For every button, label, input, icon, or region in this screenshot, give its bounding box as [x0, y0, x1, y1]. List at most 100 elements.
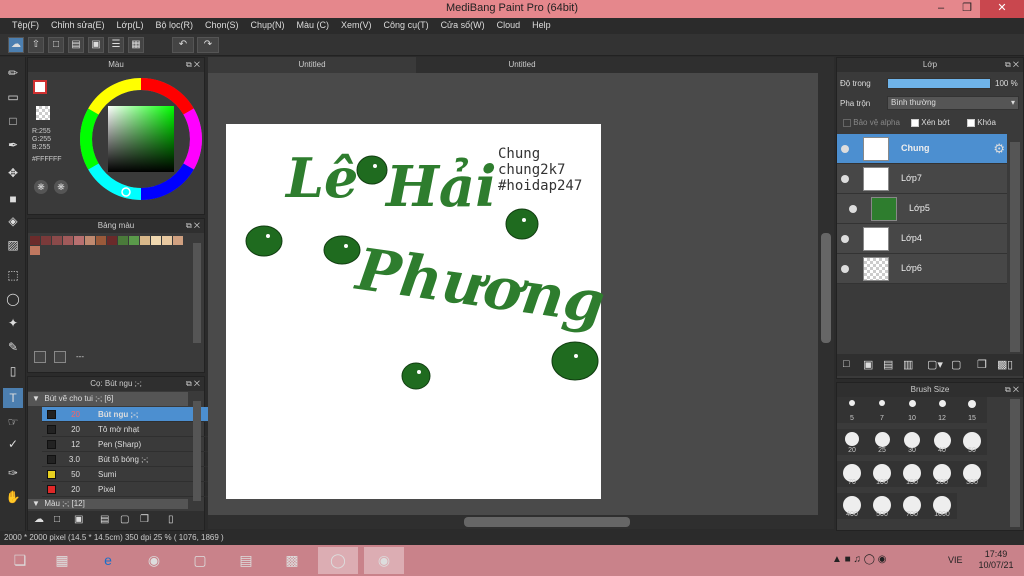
palette-scrollbar[interactable] — [193, 243, 201, 343]
brush-size-scrollbar[interactable] — [1010, 399, 1020, 527]
brush-size-option[interactable]: 7 — [867, 397, 897, 423]
lock-checkbox[interactable] — [967, 118, 975, 127]
brush-size-option[interactable]: 200 — [927, 461, 957, 487]
input-language[interactable]: VIE — [948, 555, 963, 565]
medibang-icon[interactable]: ◉ — [364, 547, 404, 574]
panel-expand-icon[interactable]: ⧉ ✕ — [186, 58, 200, 72]
select-tool-icon[interactable]: ⬚ — [3, 265, 23, 285]
move-tool-icon[interactable]: ✥ — [3, 163, 23, 183]
palette-swatch[interactable] — [96, 236, 106, 245]
brush-size-option[interactable]: 20 — [837, 429, 867, 455]
cloud-icon[interactable]: ☁ — [8, 37, 24, 53]
brush-size-option[interactable]: 500 — [867, 493, 897, 519]
brush-cloud-icon[interactable]: ☁ — [34, 514, 44, 525]
brush-import-icon[interactable]: ▤ — [100, 514, 109, 525]
comment-icon[interactable]: □ — [48, 37, 64, 53]
clipping-checkbox[interactable] — [911, 118, 919, 127]
palette-swatch[interactable] — [30, 236, 40, 245]
brush-size-option[interactable]: 70 — [837, 461, 867, 487]
brush-size-option[interactable]: 400 — [837, 493, 867, 519]
app-icon[interactable]: ◯ — [318, 547, 358, 574]
file-explorer-icon[interactable]: ▢ — [180, 547, 220, 574]
blend-mode-select[interactable]: Bình thường ▾ — [887, 96, 1019, 110]
upload-icon[interactable]: ⇧ — [28, 37, 44, 53]
brush-size-option[interactable]: 100 — [867, 461, 897, 487]
redo-icon[interactable]: ↷ — [197, 37, 219, 53]
hand-tool-icon[interactable]: ✋ — [3, 487, 23, 507]
new-layer-icon[interactable]: □ — [843, 358, 850, 370]
layer-options-icon[interactable]: ▢▾ — [927, 358, 943, 371]
panel-expand-icon[interactable]: ⧉ ✕ — [1005, 383, 1019, 397]
new-1bit-layer-icon[interactable]: ▥ — [903, 358, 913, 371]
new-8bit-layer-icon[interactable]: ▤ — [883, 358, 893, 371]
palette-swatch[interactable] — [140, 236, 150, 245]
brush-size-option[interactable]: 30 — [897, 429, 927, 455]
drawing-canvas[interactable]: Lê Hải Phương Chung chung2k7 #hoidap247 — [226, 124, 609, 499]
brush-add-icon[interactable]: ▣ — [74, 514, 83, 525]
layer-item[interactable]: Lớp6 — [837, 254, 1007, 284]
chrome-icon[interactable]: ◉ — [134, 547, 174, 574]
eye-icon[interactable] — [841, 145, 849, 153]
duplicate-layer-icon[interactable]: ❐ — [977, 358, 987, 371]
eye-icon[interactable] — [841, 265, 849, 273]
layer-folder-icon[interactable]: ▢ — [951, 358, 961, 371]
rectangle-tool-icon[interactable]: □ — [3, 111, 23, 131]
tab-untitled-2[interactable]: Untitled — [418, 57, 626, 73]
panel-expand-icon[interactable]: ⧉ ✕ — [186, 219, 200, 233]
powerpoint-icon[interactable]: ▤ — [226, 547, 266, 574]
list-icon[interactable]: ☰ — [108, 37, 124, 53]
panel-expand-icon[interactable]: ⧉ ✕ — [1005, 58, 1019, 72]
opacity-slider[interactable] — [887, 78, 991, 89]
new-halftone-layer-icon[interactable]: ▣ — [863, 358, 873, 371]
gear-icon[interactable]: ⚙ — [993, 141, 1005, 157]
internet-explorer-icon[interactable]: e — [88, 547, 128, 574]
eye-icon[interactable] — [849, 205, 857, 213]
select-pen-icon[interactable]: ✎ — [3, 337, 23, 357]
close-icon[interactable]: ✕ — [980, 0, 1024, 18]
document-icon[interactable]: ▣ — [88, 37, 104, 53]
restore-icon[interactable]: ❐ — [954, 0, 980, 18]
brush-size-option[interactable]: 700 — [897, 493, 927, 519]
brush-size-option[interactable]: 1000 — [927, 493, 957, 519]
canvas-area[interactable]: Lê Hải Phương Chung chung2k7 #hoidap247 — [208, 73, 834, 515]
panel-expand-icon[interactable]: ⧉ ✕ — [186, 377, 200, 391]
palette-swatch[interactable] — [30, 246, 40, 255]
brush-group-header[interactable]: ▼ Bút vẽ cho tui ;-; [6] — [28, 392, 188, 406]
bucket-tool-icon[interactable]: ◈ — [3, 211, 23, 231]
brush-delete-icon[interactable]: ▯ — [168, 514, 174, 525]
menu-color[interactable]: Màu (C) — [291, 18, 336, 34]
lasso-tool-icon[interactable]: ◯ — [3, 289, 23, 309]
brush-folder-icon[interactable]: ▢ — [120, 514, 129, 525]
merge-layer-icon[interactable]: ▩ — [997, 358, 1007, 371]
eye-icon[interactable] — [841, 235, 849, 243]
menu-edit[interactable]: Chỉnh sửa(E) — [45, 18, 111, 34]
eyedropper-icon[interactable]: ✑ — [3, 463, 23, 483]
magic-wand-icon[interactable]: ✦ — [3, 313, 23, 333]
menu-help[interactable]: Help — [526, 18, 557, 34]
app-stack-icon[interactable]: ▦ — [42, 547, 82, 574]
gradient-tool-icon[interactable]: ▨ — [3, 235, 23, 255]
palette-swatch[interactable] — [74, 236, 84, 245]
brush-scrollbar[interactable] — [193, 401, 201, 501]
eraser-tool-icon[interactable]: ▭ — [3, 87, 23, 107]
vertical-scroll-thumb[interactable] — [821, 233, 831, 343]
palette-new-icon[interactable] — [34, 351, 46, 363]
palette-swatch[interactable] — [162, 236, 172, 245]
tab-untitled-1[interactable]: Untitled — [208, 57, 416, 73]
palette-delete-icon[interactable] — [54, 351, 66, 363]
dropper-tool-icon[interactable]: ✓ — [3, 434, 23, 454]
layer-item[interactable]: Lớp4 — [837, 224, 1007, 254]
brush-copy-icon[interactable]: ❐ — [140, 514, 149, 525]
palette-add-icon[interactable]: ❋ — [54, 180, 68, 194]
menu-layer[interactable]: Lớp(L) — [111, 18, 150, 34]
brush-size-option[interactable]: 50 — [957, 429, 987, 455]
delete-layer-icon[interactable]: ▯ — [1007, 358, 1013, 371]
layer-item[interactable]: Chung ⚙ — [837, 134, 1007, 164]
palette-swatch[interactable] — [63, 236, 73, 245]
select-eraser-icon[interactable]: ▯ — [3, 361, 23, 381]
palette-swatch[interactable] — [41, 236, 51, 245]
palette-wheel-icon[interactable]: ❋ — [34, 180, 48, 194]
menu-cloud[interactable]: Cloud — [491, 18, 527, 34]
palette-swatch[interactable] — [129, 236, 139, 245]
text-tool-icon[interactable]: T — [3, 388, 23, 408]
